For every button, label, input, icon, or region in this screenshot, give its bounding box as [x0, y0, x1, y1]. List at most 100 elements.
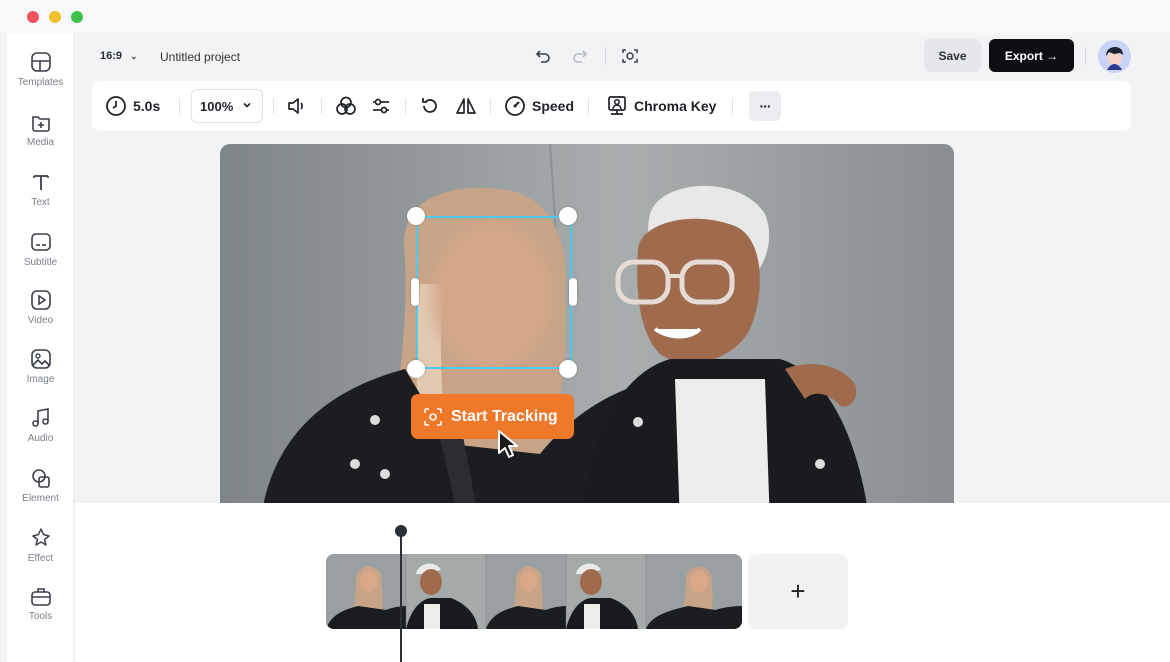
sidebar-item-video[interactable]: Video [7, 289, 74, 326]
rotate-button[interactable] [419, 81, 441, 131]
resize-handle-right[interactable] [569, 278, 577, 306]
templates-icon [30, 52, 51, 72]
chevron-down-icon [243, 102, 251, 108]
toolbar-divider [179, 98, 180, 114]
sidebar-item-tools[interactable]: Tools [7, 585, 74, 622]
zoom-value: 100% [200, 98, 234, 114]
sliders-icon [373, 98, 389, 114]
resize-handle-top-left[interactable] [407, 207, 425, 225]
speedometer-icon [505, 96, 525, 116]
flip-button[interactable] [454, 81, 478, 131]
chroma-key-icon [608, 96, 626, 115]
redo-icon [573, 50, 588, 63]
chevron-down-icon: ⌄ [130, 51, 138, 61]
subtitle-icon [30, 233, 51, 251]
effect-icon [31, 528, 50, 546]
media-icon [31, 116, 50, 132]
edit-toolbar: 5.0s 100% Speed Chroma Key ··· [92, 81, 1131, 131]
image-icon [30, 349, 51, 369]
filter-circles-icon [336, 96, 356, 115]
sidebar-item-label: Tools [28, 611, 53, 622]
zoom-select[interactable]: 100% [191, 89, 263, 123]
speed-button[interactable]: Speed [504, 81, 574, 131]
chroma-key-label: Chroma Key [634, 98, 717, 114]
toolbar-divider [588, 98, 589, 114]
chroma-key-button[interactable]: Chroma Key [606, 81, 716, 131]
redo-button[interactable] [568, 44, 592, 68]
sidebar-item-templates[interactable]: Templates [7, 51, 74, 88]
export-button[interactable]: Export → [989, 39, 1074, 72]
sidebar-item-subtitle[interactable]: Subtitle [7, 231, 74, 268]
audio-icon [31, 408, 49, 427]
avatar[interactable] [1098, 40, 1131, 73]
mouse-cursor-icon [498, 430, 518, 458]
sidebar-item-media[interactable]: Media [7, 111, 74, 148]
clock-icon [106, 96, 126, 116]
sidebar-item-label: Element [22, 493, 59, 504]
toolbar-divider [321, 98, 322, 114]
timeline-video-clip[interactable] [326, 554, 742, 629]
toolbar-divider [732, 98, 733, 114]
resize-handle-left[interactable] [411, 278, 419, 306]
screenshot-button[interactable] [618, 44, 642, 68]
resize-handle-bottom-right[interactable] [559, 360, 577, 378]
rotate-icon [422, 98, 437, 113]
sidebar-item-element[interactable]: Element [7, 467, 74, 504]
save-button[interactable]: Save [924, 39, 981, 72]
filter-button[interactable] [334, 81, 358, 131]
video-frame [220, 144, 954, 526]
window-titlebar [0, 0, 1170, 33]
more-options-button[interactable]: ··· [749, 91, 781, 121]
start-tracking-label: Start Tracking [451, 407, 558, 425]
add-clip-button[interactable]: + [748, 554, 848, 629]
video-preview-canvas[interactable] [220, 144, 954, 526]
toolbar-divider [273, 98, 274, 114]
resize-handle-bottom-left[interactable] [407, 360, 425, 378]
undo-button[interactable] [531, 44, 555, 68]
topbar-divider [1085, 47, 1086, 65]
duration-value: 5.0s [133, 98, 161, 114]
playhead[interactable] [400, 530, 402, 662]
screenshot-icon [622, 49, 638, 63]
clip-thumbnails [326, 554, 742, 629]
sidebar-item-label: Text [31, 197, 50, 208]
video-icon [30, 290, 51, 310]
sidebar-item-image[interactable]: Image [7, 348, 74, 385]
more-icon: ··· [759, 98, 772, 114]
resize-handle-top-right[interactable] [559, 207, 577, 225]
speed-label: Speed [532, 98, 575, 114]
project-title[interactable]: Untitled project [160, 50, 240, 64]
playhead-handle[interactable] [395, 525, 407, 537]
flip-icon [456, 98, 476, 114]
sidebar-item-label: Video [27, 315, 54, 326]
aspect-ratio-value: 16:9 [100, 50, 123, 62]
volume-button[interactable] [286, 81, 308, 131]
aspect-ratio-select[interactable]: 16:9 ⌄ [100, 50, 138, 62]
start-tracking-button[interactable]: Start Tracking [411, 394, 574, 439]
close-window-button[interactable] [27, 11, 39, 23]
main-area: 16:9 ⌄ Untitled project Save Export → 5.0… [75, 33, 1170, 662]
sidebar-item-effect[interactable]: Effect [7, 527, 74, 564]
toolbar-divider [490, 98, 491, 114]
face-selection-box[interactable] [416, 216, 572, 369]
minimize-window-button[interactable] [49, 11, 61, 23]
sidebar: Templates Media Text Subtitle Video Imag… [7, 33, 74, 662]
maximize-window-button[interactable] [71, 11, 83, 23]
toolbar-divider [405, 98, 406, 114]
sidebar-item-label: Effect [27, 553, 54, 564]
sidebar-item-label: Image [26, 374, 55, 385]
speaker-icon [288, 98, 303, 114]
tracking-icon [424, 407, 442, 426]
avatar-image [1098, 40, 1131, 73]
sidebar-item-audio[interactable]: Audio [7, 407, 74, 444]
adjust-button[interactable] [370, 81, 392, 131]
sidebar-item-text[interactable]: Text [7, 171, 74, 208]
sidebar-item-label: Templates [17, 77, 64, 88]
element-icon [31, 469, 50, 488]
duration-button[interactable]: 5.0s [105, 81, 160, 131]
topbar-divider [605, 47, 606, 65]
sidebar-item-label: Media [26, 137, 55, 148]
sidebar-item-label: Audio [27, 433, 54, 444]
plus-icon: + [790, 576, 806, 606]
undo-icon [535, 50, 550, 63]
